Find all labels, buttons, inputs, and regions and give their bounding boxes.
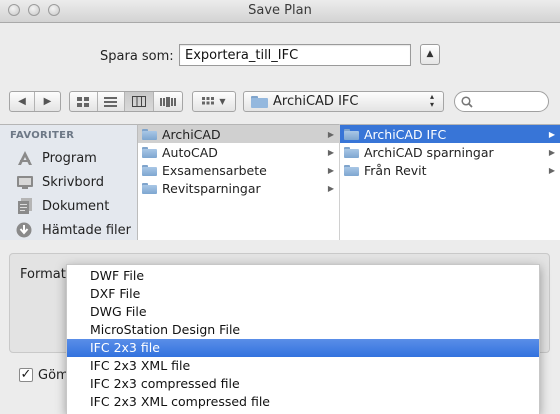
chevron-right-icon: ▶ (327, 183, 334, 193)
forward-button[interactable]: ▶ (35, 92, 60, 111)
forward-arrow-icon: ▶ (43, 96, 52, 107)
list-view-button[interactable] (98, 92, 126, 111)
hide-extension-label: Göm (38, 368, 69, 383)
format-option-ifc-2x3[interactable]: IFC 2x3 file (67, 339, 539, 357)
folder-icon (344, 128, 359, 140)
dropdown-arrow-icon: ▼ (219, 97, 226, 106)
folder-row-autocad[interactable]: AutoCAD ▶ (138, 143, 339, 161)
chevron-right-icon: ▶ (327, 129, 334, 139)
location-popup[interactable]: ArchiCAD IFC ▴ ▾ (243, 91, 444, 112)
back-arrow-icon: ◀ (18, 96, 26, 107)
chevron-right-icon: ▶ (327, 165, 334, 175)
list-view-icon (104, 96, 118, 107)
browser-column-2: ArchiCAD IFC ▶ ArchiCAD sparningar ▶ Frå… (340, 124, 560, 240)
folder-row-archicad-sparningar[interactable]: ArchiCAD sparningar ▶ (340, 143, 560, 161)
folder-icon (251, 96, 268, 108)
location-label: ArchiCAD IFC (273, 94, 359, 109)
folder-icon (344, 164, 359, 176)
folder-name: Revitsparningar (162, 180, 261, 196)
hide-extension-checkbox[interactable]: ✓ (19, 368, 33, 382)
folder-name: ArchiCAD IFC (364, 126, 447, 142)
view-mode-control (69, 91, 183, 112)
triangle-up-icon: ▲ (426, 49, 434, 59)
arrange-button[interactable]: ▼ (192, 91, 236, 112)
browser-column-1: ArchiCAD ▶ AutoCAD ▶ Exsamensarbete ▶ Re… (138, 124, 340, 240)
icon-view-icon (77, 96, 90, 107)
format-option-dwf[interactable]: DWF File (67, 267, 539, 285)
sidebar-item-dokument[interactable]: Dokument (16, 196, 109, 216)
sidebar-item-label: Dokument (42, 198, 110, 214)
format-dropdown-menu: DWF File DXF File DWG File MicroStation … (66, 264, 540, 414)
format-option-ifc-2x3-compressed[interactable]: IFC 2x3 compressed file (67, 375, 539, 393)
format-option-dwg[interactable]: DWG File (67, 303, 539, 321)
folder-name: ArchiCAD (162, 126, 221, 142)
format-option-dxf[interactable]: DXF File (67, 285, 539, 303)
folder-icon (142, 164, 157, 176)
folder-row-archicad-ifc[interactable]: ArchiCAD IFC ▶ (340, 125, 560, 143)
folder-name: Från Revit (364, 162, 427, 178)
folder-icon (344, 146, 359, 158)
collapse-dialog-button[interactable]: ▲ (420, 44, 440, 65)
sidebar-item-program[interactable]: Program (16, 148, 97, 168)
search-icon (461, 96, 473, 108)
folder-name: Exsamensarbete (162, 162, 267, 178)
downloads-icon (16, 222, 34, 238)
format-option-ifc-2x3-xml-compressed[interactable]: IFC 2x3 XML compressed file (67, 393, 539, 411)
desktop-icon (16, 174, 34, 190)
folder-icon (142, 128, 157, 140)
title-bar: Save Plan (0, 0, 560, 23)
folder-row-exsamensarbete[interactable]: Exsamensarbete ▶ (138, 161, 339, 179)
chevron-right-icon: ▶ (548, 147, 555, 157)
documents-icon (16, 198, 34, 214)
folder-name: AutoCAD (162, 144, 218, 160)
applications-icon (16, 150, 34, 166)
window-title: Save Plan (248, 3, 312, 18)
format-label: Format (20, 267, 66, 282)
sidebar-heading: FAVORITER (10, 130, 75, 141)
save-as-label: Spara som: (100, 49, 174, 64)
icon-view-button[interactable] (70, 92, 98, 111)
cover-flow-icon (159, 96, 176, 107)
chevron-right-icon: ▶ (548, 165, 555, 175)
cover-flow-button[interactable] (154, 92, 182, 111)
chevron-right-icon: ▶ (327, 147, 334, 157)
sidebar-item-label: Hämtade filer (42, 222, 131, 238)
column-view-icon (131, 96, 146, 107)
folder-icon (142, 146, 157, 158)
arrange-grid-icon (202, 96, 215, 104)
folder-row-revitsparningar[interactable]: Revitsparningar ▶ (138, 179, 339, 197)
back-button[interactable]: ◀ (10, 92, 36, 111)
updown-arrow-icon: ▴ ▾ (430, 92, 435, 109)
folder-row-fran-revit[interactable]: Från Revit ▶ (340, 161, 560, 179)
format-option-ifc-2x3-xml[interactable]: IFC 2x3 XML file (67, 357, 539, 375)
back-forward-control: ◀ ▶ (9, 91, 61, 112)
save-as-filename-input[interactable] (179, 44, 411, 66)
sidebar-item-skrivbord[interactable]: Skrivbord (16, 172, 104, 192)
chevron-right-icon: ▶ (548, 129, 555, 139)
column-view-button[interactable] (125, 92, 154, 111)
format-option-microstation[interactable]: MicroStation Design File (67, 321, 539, 339)
sidebar: FAVORITER Program Skrivbord Dokument Häm… (0, 124, 138, 240)
folder-icon (142, 182, 157, 194)
search-field[interactable] (454, 91, 549, 112)
sidebar-item-label: Skrivbord (42, 174, 105, 190)
folder-name: ArchiCAD sparningar (364, 144, 494, 160)
folder-row-archicad[interactable]: ArchiCAD ▶ (138, 125, 339, 143)
sidebar-item-hamtade-filer[interactable]: Hämtade filer (16, 220, 131, 240)
sidebar-item-label: Program (42, 150, 97, 166)
